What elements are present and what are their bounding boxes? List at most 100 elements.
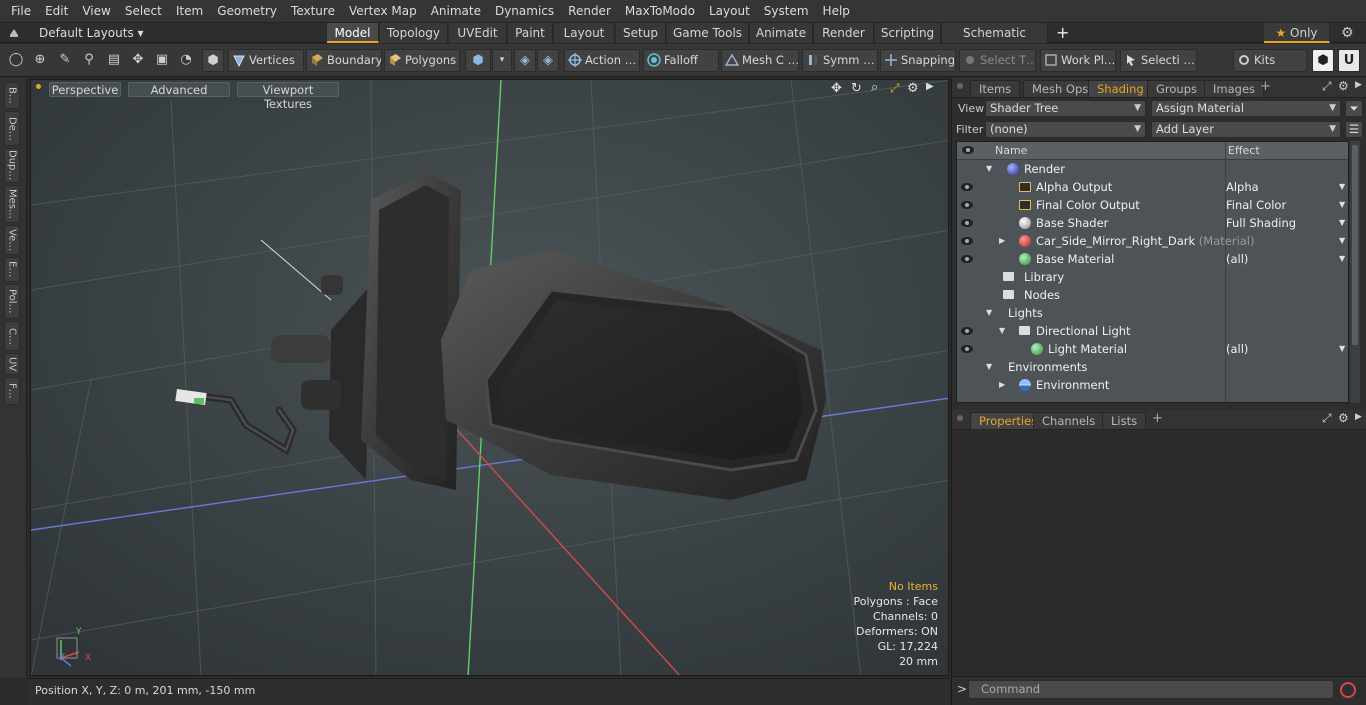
add-tab-button[interactable]: + bbox=[1260, 79, 1271, 94]
snapping-button[interactable]: Snapping bbox=[880, 49, 956, 72]
modo-cube-icon[interactable]: ⬢ bbox=[1312, 49, 1334, 72]
material-mode-icon[interactable]: ⬢ bbox=[465, 49, 491, 72]
chevron-down-icon[interactable]: ▼ bbox=[1339, 214, 1345, 232]
symmetry-button[interactable]: Symm … bbox=[802, 49, 878, 72]
eye-icon[interactable] bbox=[960, 343, 974, 355]
tab-scripting[interactable]: Scripting bbox=[875, 23, 941, 43]
vtab-deform[interactable]: De… bbox=[4, 111, 20, 146]
expand-triangle-icon[interactable]: ▶ bbox=[999, 376, 1005, 394]
transform-icon[interactable]: ✥ bbox=[127, 49, 149, 72]
tree-row-base-material[interactable]: Base Material (all) ▼ bbox=[957, 250, 1348, 268]
boundary-button[interactable]: Boundary bbox=[306, 49, 382, 72]
menu-maxtomodo[interactable]: MaxToModo bbox=[618, 0, 702, 22]
vtab-duplicate[interactable]: Dup… bbox=[4, 148, 20, 183]
tab-layout[interactable]: Layout bbox=[554, 23, 615, 43]
add-layout-tab-button[interactable]: + bbox=[1056, 23, 1069, 43]
assign-material-dropdown[interactable]: Assign Material ▼ bbox=[1151, 100, 1341, 117]
tree-row-library[interactable]: Library bbox=[957, 268, 1348, 286]
expand-triangle-icon[interactable]: ▼ bbox=[999, 322, 1005, 340]
tree-row-nodes[interactable]: Nodes bbox=[957, 286, 1348, 304]
tree-row-final-color-output[interactable]: Final Color Output Final Color ▼ bbox=[957, 196, 1348, 214]
snap-element-icon[interactable]: ◈ bbox=[514, 49, 536, 72]
falloff-button[interactable]: Falloff bbox=[643, 49, 719, 72]
vtab-basic[interactable]: B… bbox=[4, 82, 20, 109]
tree-row-lights[interactable]: ▼ Lights bbox=[957, 304, 1348, 322]
pivot-icon[interactable]: ▣ bbox=[151, 49, 173, 72]
snap-face-icon[interactable]: ◈ bbox=[537, 49, 559, 72]
menu-system[interactable]: System bbox=[757, 0, 816, 22]
select-through-button[interactable]: Select T… bbox=[959, 49, 1036, 72]
panel-menu-arrow-icon[interactable]: ▶ bbox=[1355, 412, 1362, 422]
menu-texture[interactable]: Texture bbox=[284, 0, 342, 22]
tab-schematic-fusion[interactable]: Schematic Fusion bbox=[942, 23, 1048, 60]
expand-triangle-icon[interactable]: ▼ bbox=[986, 358, 992, 376]
eye-icon[interactable] bbox=[960, 253, 974, 265]
3d-viewport[interactable]: Y X Z Perspective Advanced Viewport Text… bbox=[30, 79, 949, 676]
tab-animate[interactable]: Animate bbox=[750, 23, 813, 43]
menu-edit[interactable]: Edit bbox=[38, 0, 75, 22]
tab-groups[interactable]: Groups bbox=[1147, 80, 1207, 97]
maximize-icon[interactable]: ⤢ bbox=[890, 81, 900, 96]
list-options-icon[interactable]: ☰ bbox=[1345, 121, 1363, 138]
effect-column-header[interactable]: Effect bbox=[1228, 144, 1260, 157]
add-tab-button[interactable]: + bbox=[1152, 411, 1163, 426]
tree-row-car-material[interactable]: ▶ Car_Side_Mirror_Right_Dark (Material) … bbox=[957, 232, 1348, 250]
viewport-menu-arrow-icon[interactable]: ▶ bbox=[926, 81, 934, 92]
tab-images[interactable]: Images bbox=[1204, 80, 1265, 97]
vtab-fusion[interactable]: F… bbox=[4, 377, 20, 405]
tree-row-directional-light[interactable]: ▼ Directional Light bbox=[957, 322, 1348, 340]
command-input[interactable]: Command bbox=[968, 680, 1334, 699]
globe-icon[interactable]: ⊕ bbox=[29, 49, 51, 72]
perspective-dropdown[interactable]: Perspective bbox=[49, 82, 121, 97]
tab-paint[interactable]: Paint bbox=[508, 23, 553, 43]
tab-render[interactable]: Render bbox=[814, 23, 874, 43]
tree-row-render[interactable]: ▼ Render bbox=[957, 160, 1348, 178]
chevron-down-icon[interactable]: ▼ bbox=[1339, 250, 1345, 268]
brush-icon[interactable]: ⚲ bbox=[78, 49, 100, 72]
expand-triangle-icon[interactable]: ▶ bbox=[999, 232, 1005, 250]
record-icon[interactable] bbox=[1340, 682, 1356, 698]
filter-funnel-icon[interactable]: ⏷ bbox=[1345, 100, 1363, 117]
menu-help[interactable]: Help bbox=[816, 0, 857, 22]
menu-layout[interactable]: Layout bbox=[702, 0, 757, 22]
menu-select[interactable]: Select bbox=[118, 0, 169, 22]
advanced-dropdown[interactable]: Advanced bbox=[128, 82, 230, 97]
pan-icon[interactable]: ✥ bbox=[831, 81, 842, 96]
chevron-down-icon[interactable]: ▼ bbox=[1339, 340, 1345, 358]
tab-game-tools[interactable]: Game Tools bbox=[667, 23, 749, 43]
menu-animate[interactable]: Animate bbox=[424, 0, 488, 22]
panel-gear-icon[interactable]: ⚙ bbox=[1338, 79, 1349, 93]
eye-icon[interactable] bbox=[960, 199, 974, 211]
tab-shading[interactable]: Shading bbox=[1088, 80, 1153, 97]
tab-channels[interactable]: Channels bbox=[1033, 412, 1105, 429]
panel-maximize-icon[interactable]: ⤢ bbox=[1322, 79, 1332, 94]
unreal-icon[interactable]: U bbox=[1338, 49, 1360, 72]
tree-row-environments[interactable]: ▼ Environments bbox=[957, 358, 1348, 376]
menu-file[interactable]: File bbox=[4, 0, 38, 22]
menu-vertex-map[interactable]: Vertex Map bbox=[342, 0, 424, 22]
chevron-down-icon[interactable]: ▼ bbox=[1339, 178, 1345, 196]
item-mode-icon[interactable]: ⬢ bbox=[202, 49, 224, 72]
vertices-button[interactable]: Vertices bbox=[228, 49, 304, 72]
vtab-vertex[interactable]: Ve… bbox=[4, 225, 20, 255]
mesh-constraint-button[interactable]: Mesh C … bbox=[721, 49, 799, 72]
align-icon[interactable]: ▤ bbox=[103, 49, 125, 72]
menu-render[interactable]: Render bbox=[561, 0, 618, 22]
menu-dynamics[interactable]: Dynamics bbox=[488, 0, 561, 22]
zoom-icon[interactable]: ⌕ bbox=[871, 80, 878, 95]
view-dropdown[interactable]: Shader Tree ▼ bbox=[985, 100, 1146, 117]
viewport-gear-icon[interactable]: ⚙ bbox=[907, 81, 919, 96]
vtab-curve[interactable]: C… bbox=[4, 321, 20, 351]
viewport-textures-dropdown[interactable]: Viewport Textures bbox=[237, 82, 339, 111]
menu-view[interactable]: View bbox=[75, 0, 117, 22]
circle-select-icon[interactable]: ◯ bbox=[5, 49, 27, 72]
add-layer-dropdown[interactable]: Add Layer ▼ bbox=[1151, 121, 1341, 138]
vtab-polygon[interactable]: Pol… bbox=[4, 284, 20, 319]
default-layouts-dropdown[interactable]: Default Layouts ▾ bbox=[39, 23, 144, 43]
kits-button[interactable]: Kits bbox=[1233, 49, 1307, 72]
shader-tree-scrollbar[interactable] bbox=[1350, 141, 1360, 403]
vtab-mesh[interactable]: Mes… bbox=[4, 185, 20, 223]
tree-row-base-shader[interactable]: Base Shader Full Shading ▼ bbox=[957, 214, 1348, 232]
pen-icon[interactable]: ✎ bbox=[54, 49, 76, 72]
chevron-down-icon[interactable]: ▼ bbox=[1339, 196, 1345, 214]
